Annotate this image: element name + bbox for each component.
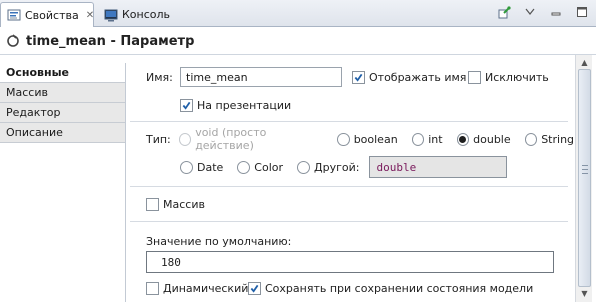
dynamic-label: Динамический — [163, 281, 249, 295]
scroll-down-icon[interactable]: ▼ — [579, 288, 590, 299]
sidebar-item-array[interactable]: Массив — [0, 83, 125, 103]
type-date-label: Date — [197, 160, 224, 174]
type-other-label: Другой: — [314, 160, 360, 174]
tab-properties-label: Свойства — [25, 8, 79, 22]
array-checkbox[interactable] — [146, 197, 159, 211]
exclude-label: Исключить — [485, 70, 549, 84]
type-string-label: String — [541, 132, 575, 146]
type-boolean-label: boolean — [353, 132, 398, 146]
properties-content: Имя: time_mean Отображать имя Исключить … — [130, 55, 574, 302]
default-value-row: 180 — [146, 251, 554, 273]
type-int-radio[interactable] — [411, 132, 425, 146]
type-int-label: int — [428, 132, 443, 146]
sidebar-item-basic[interactable]: Основные — [0, 63, 125, 83]
type-date-radio[interactable] — [180, 160, 193, 174]
array-label: Массив — [163, 197, 205, 211]
parameter-icon — [6, 34, 20, 48]
type-color-radio[interactable] — [237, 160, 251, 174]
show-name-label: Отображать имя — [369, 70, 467, 84]
type-color-label: Color — [254, 160, 284, 174]
type-boolean-radio[interactable] — [337, 132, 350, 146]
default-value-label: Значение по умолчанию: — [146, 234, 292, 248]
vertical-scrollbar[interactable]: ▲ ▼ — [575, 55, 592, 302]
scroll-up-icon[interactable]: ▲ — [579, 57, 590, 68]
presentation-checkbox[interactable] — [180, 98, 193, 112]
save-state-checkbox[interactable] — [248, 281, 261, 295]
view-menu-icon[interactable] — [522, 4, 538, 20]
grip-icon — [582, 165, 588, 174]
minimize-icon[interactable] — [548, 4, 564, 20]
tab-properties[interactable]: Свойства ✕ — [0, 2, 94, 27]
sidebar-item-editor[interactable]: Редактор — [0, 103, 125, 123]
console-icon — [104, 8, 118, 22]
other-type-input[interactable]: double — [369, 156, 508, 178]
default-value-input[interactable]: 180 — [146, 251, 554, 273]
view-tab-bar: Свойства ✕ Консоль — [0, 0, 596, 27]
close-icon[interactable]: ✕ — [86, 10, 94, 21]
divider — [130, 221, 568, 222]
show-name-row: Отображать имя — [352, 69, 466, 85]
divider — [130, 121, 568, 122]
type-label: Тип: — [146, 132, 171, 146]
exclude-checkbox[interactable] — [468, 70, 481, 84]
type-row-2: Date Color Другой: double — [180, 156, 508, 178]
name-input[interactable]: time_mean — [180, 67, 342, 87]
array-row: Массив — [146, 196, 205, 212]
type-other-radio[interactable] — [297, 160, 311, 174]
save-state-row: Сохранять при сохранении состояния модел… — [248, 280, 533, 296]
properties-header: time_mean - Параметр — [0, 28, 596, 55]
save-state-label: Сохранять при сохранении состояния модел… — [265, 281, 534, 295]
page-title: time_mean - Параметр — [26, 33, 195, 49]
presentation-row: На презентации — [180, 97, 291, 113]
type-void-radio — [178, 132, 192, 146]
view-toolbar — [496, 4, 590, 20]
type-void-label: void (просто действие) — [195, 126, 267, 152]
type-double-radio[interactable] — [456, 132, 470, 146]
name-label: Имя: — [146, 70, 173, 84]
name-row: Имя: time_mean — [146, 67, 342, 87]
maximize-icon[interactable] — [574, 4, 590, 20]
divider — [130, 186, 568, 187]
tab-console-label: Консоль — [122, 8, 171, 21]
dynamic-row: Динамический — [146, 280, 248, 296]
type-double-label: double — [473, 132, 511, 146]
presentation-label: На презентации — [197, 98, 292, 112]
pin-icon[interactable] — [496, 4, 512, 20]
tab-console[interactable]: Консоль — [98, 2, 171, 27]
type-row-1: Тип: void (просто действие) boolean int … — [146, 126, 575, 152]
properties-icon — [7, 8, 21, 22]
dynamic-checkbox[interactable] — [146, 281, 159, 295]
sidebar-item-description[interactable]: Описание — [0, 123, 125, 143]
section-sidebar: Основные Массив Редактор Описание — [0, 63, 126, 302]
scrollbar-thumb[interactable] — [578, 69, 591, 287]
exclude-row: Исключить — [468, 69, 549, 85]
default-value-label-row: Значение по умолчанию: — [146, 233, 291, 249]
type-string-radio[interactable] — [524, 132, 538, 146]
show-name-checkbox[interactable] — [352, 70, 365, 84]
